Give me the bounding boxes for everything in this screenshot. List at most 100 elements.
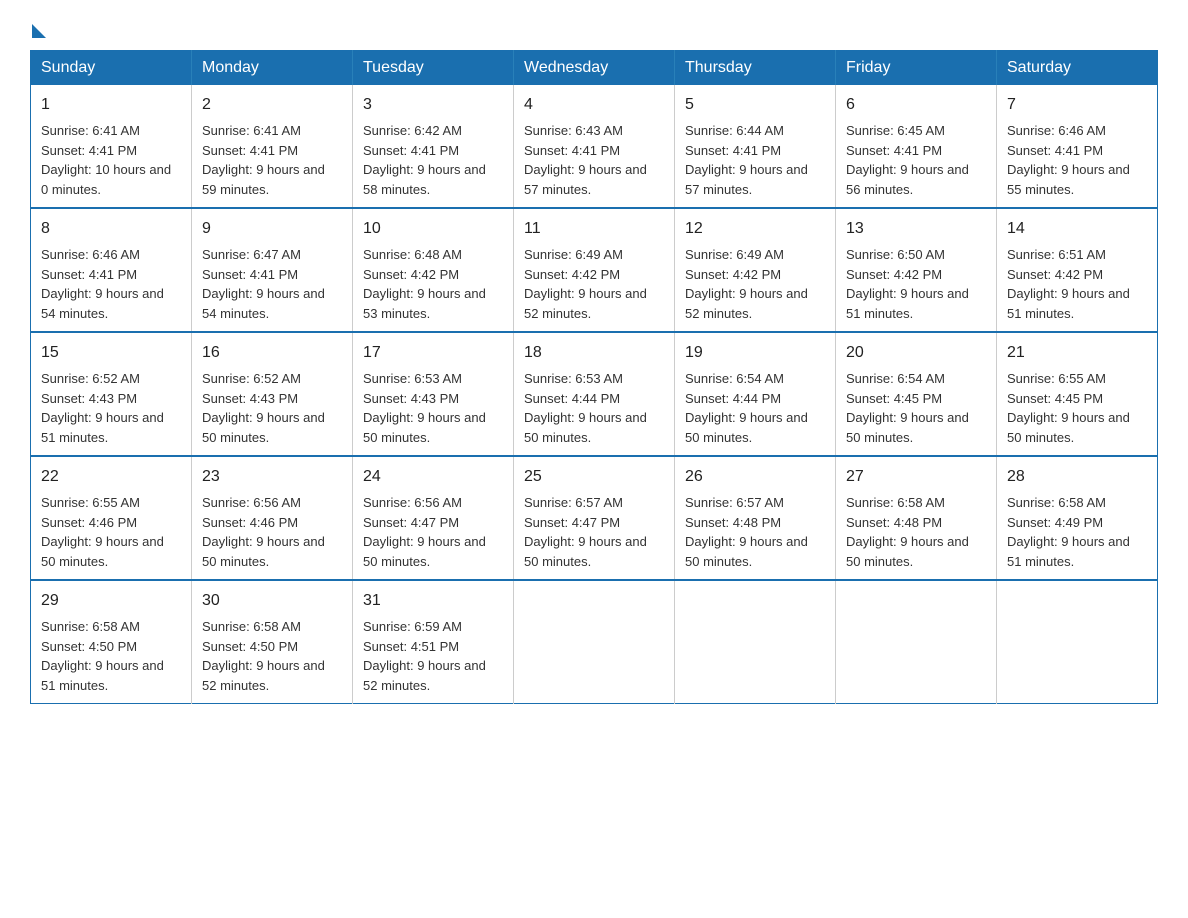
- day-number: 7: [1007, 93, 1147, 117]
- day-number: 22: [41, 465, 181, 489]
- calendar-cell: [675, 580, 836, 704]
- day-number: 13: [846, 217, 986, 241]
- calendar-body: 1 Sunrise: 6:41 AMSunset: 4:41 PMDayligh…: [31, 85, 1158, 704]
- calendar-table: SundayMondayTuesdayWednesdayThursdayFrid…: [30, 50, 1158, 704]
- calendar-week-row: 22 Sunrise: 6:55 AMSunset: 4:46 PMDaylig…: [31, 456, 1158, 580]
- day-info: Sunrise: 6:43 AMSunset: 4:41 PMDaylight:…: [524, 123, 647, 197]
- day-info: Sunrise: 6:57 AMSunset: 4:48 PMDaylight:…: [685, 495, 808, 569]
- calendar-cell: [514, 580, 675, 704]
- day-info: Sunrise: 6:56 AMSunset: 4:46 PMDaylight:…: [202, 495, 325, 569]
- day-info: Sunrise: 6:56 AMSunset: 4:47 PMDaylight:…: [363, 495, 486, 569]
- calendar-cell: [997, 580, 1158, 704]
- day-number: 6: [846, 93, 986, 117]
- calendar-cell: 28 Sunrise: 6:58 AMSunset: 4:49 PMDaylig…: [997, 456, 1158, 580]
- calendar-header-row: SundayMondayTuesdayWednesdayThursdayFrid…: [31, 51, 1158, 86]
- calendar-cell: 20 Sunrise: 6:54 AMSunset: 4:45 PMDaylig…: [836, 332, 997, 456]
- calendar-cell: 6 Sunrise: 6:45 AMSunset: 4:41 PMDayligh…: [836, 85, 997, 208]
- calendar-week-row: 8 Sunrise: 6:46 AMSunset: 4:41 PMDayligh…: [31, 208, 1158, 332]
- weekday-header-thursday: Thursday: [675, 51, 836, 86]
- weekday-header-friday: Friday: [836, 51, 997, 86]
- day-number: 29: [41, 589, 181, 613]
- day-info: Sunrise: 6:49 AMSunset: 4:42 PMDaylight:…: [524, 247, 647, 321]
- day-info: Sunrise: 6:55 AMSunset: 4:46 PMDaylight:…: [41, 495, 164, 569]
- day-info: Sunrise: 6:41 AMSunset: 4:41 PMDaylight:…: [202, 123, 325, 197]
- calendar-cell: 15 Sunrise: 6:52 AMSunset: 4:43 PMDaylig…: [31, 332, 192, 456]
- day-info: Sunrise: 6:47 AMSunset: 4:41 PMDaylight:…: [202, 247, 325, 321]
- day-number: 31: [363, 589, 503, 613]
- calendar-cell: 4 Sunrise: 6:43 AMSunset: 4:41 PMDayligh…: [514, 85, 675, 208]
- calendar-cell: 8 Sunrise: 6:46 AMSunset: 4:41 PMDayligh…: [31, 208, 192, 332]
- day-number: 1: [41, 93, 181, 117]
- calendar-cell: 30 Sunrise: 6:58 AMSunset: 4:50 PMDaylig…: [192, 580, 353, 704]
- day-info: Sunrise: 6:57 AMSunset: 4:47 PMDaylight:…: [524, 495, 647, 569]
- day-number: 21: [1007, 341, 1147, 365]
- day-number: 2: [202, 93, 342, 117]
- calendar-cell: 5 Sunrise: 6:44 AMSunset: 4:41 PMDayligh…: [675, 85, 836, 208]
- logo: [30, 20, 46, 34]
- day-number: 14: [1007, 217, 1147, 241]
- day-info: Sunrise: 6:46 AMSunset: 4:41 PMDaylight:…: [41, 247, 164, 321]
- weekday-header-wednesday: Wednesday: [514, 51, 675, 86]
- calendar-cell: 3 Sunrise: 6:42 AMSunset: 4:41 PMDayligh…: [353, 85, 514, 208]
- calendar-cell: 16 Sunrise: 6:52 AMSunset: 4:43 PMDaylig…: [192, 332, 353, 456]
- calendar-cell: 26 Sunrise: 6:57 AMSunset: 4:48 PMDaylig…: [675, 456, 836, 580]
- day-number: 28: [1007, 465, 1147, 489]
- calendar-cell: 13 Sunrise: 6:50 AMSunset: 4:42 PMDaylig…: [836, 208, 997, 332]
- calendar-cell: 24 Sunrise: 6:56 AMSunset: 4:47 PMDaylig…: [353, 456, 514, 580]
- calendar-cell: 27 Sunrise: 6:58 AMSunset: 4:48 PMDaylig…: [836, 456, 997, 580]
- calendar-cell: 29 Sunrise: 6:58 AMSunset: 4:50 PMDaylig…: [31, 580, 192, 704]
- day-info: Sunrise: 6:53 AMSunset: 4:43 PMDaylight:…: [363, 371, 486, 445]
- day-info: Sunrise: 6:46 AMSunset: 4:41 PMDaylight:…: [1007, 123, 1130, 197]
- day-info: Sunrise: 6:41 AMSunset: 4:41 PMDaylight:…: [41, 123, 171, 197]
- calendar-cell: 10 Sunrise: 6:48 AMSunset: 4:42 PMDaylig…: [353, 208, 514, 332]
- calendar-cell: 9 Sunrise: 6:47 AMSunset: 4:41 PMDayligh…: [192, 208, 353, 332]
- day-info: Sunrise: 6:59 AMSunset: 4:51 PMDaylight:…: [363, 619, 486, 693]
- day-info: Sunrise: 6:44 AMSunset: 4:41 PMDaylight:…: [685, 123, 808, 197]
- day-number: 23: [202, 465, 342, 489]
- day-info: Sunrise: 6:48 AMSunset: 4:42 PMDaylight:…: [363, 247, 486, 321]
- day-number: 4: [524, 93, 664, 117]
- day-info: Sunrise: 6:53 AMSunset: 4:44 PMDaylight:…: [524, 371, 647, 445]
- calendar-cell: 14 Sunrise: 6:51 AMSunset: 4:42 PMDaylig…: [997, 208, 1158, 332]
- day-number: 19: [685, 341, 825, 365]
- day-number: 24: [363, 465, 503, 489]
- day-number: 18: [524, 341, 664, 365]
- calendar-cell: 17 Sunrise: 6:53 AMSunset: 4:43 PMDaylig…: [353, 332, 514, 456]
- day-number: 5: [685, 93, 825, 117]
- day-info: Sunrise: 6:51 AMSunset: 4:42 PMDaylight:…: [1007, 247, 1130, 321]
- calendar-cell: 22 Sunrise: 6:55 AMSunset: 4:46 PMDaylig…: [31, 456, 192, 580]
- day-number: 25: [524, 465, 664, 489]
- day-number: 26: [685, 465, 825, 489]
- day-number: 12: [685, 217, 825, 241]
- day-info: Sunrise: 6:58 AMSunset: 4:50 PMDaylight:…: [41, 619, 164, 693]
- day-info: Sunrise: 6:52 AMSunset: 4:43 PMDaylight:…: [41, 371, 164, 445]
- weekday-header-tuesday: Tuesday: [353, 51, 514, 86]
- day-info: Sunrise: 6:42 AMSunset: 4:41 PMDaylight:…: [363, 123, 486, 197]
- page-header: [30, 20, 1158, 34]
- calendar-cell: 2 Sunrise: 6:41 AMSunset: 4:41 PMDayligh…: [192, 85, 353, 208]
- calendar-cell: 21 Sunrise: 6:55 AMSunset: 4:45 PMDaylig…: [997, 332, 1158, 456]
- calendar-week-row: 1 Sunrise: 6:41 AMSunset: 4:41 PMDayligh…: [31, 85, 1158, 208]
- calendar-week-row: 15 Sunrise: 6:52 AMSunset: 4:43 PMDaylig…: [31, 332, 1158, 456]
- calendar-cell: 18 Sunrise: 6:53 AMSunset: 4:44 PMDaylig…: [514, 332, 675, 456]
- day-info: Sunrise: 6:58 AMSunset: 4:48 PMDaylight:…: [846, 495, 969, 569]
- day-number: 27: [846, 465, 986, 489]
- weekday-header-sunday: Sunday: [31, 51, 192, 86]
- day-info: Sunrise: 6:45 AMSunset: 4:41 PMDaylight:…: [846, 123, 969, 197]
- day-number: 10: [363, 217, 503, 241]
- calendar-cell: 1 Sunrise: 6:41 AMSunset: 4:41 PMDayligh…: [31, 85, 192, 208]
- calendar-cell: 11 Sunrise: 6:49 AMSunset: 4:42 PMDaylig…: [514, 208, 675, 332]
- calendar-week-row: 29 Sunrise: 6:58 AMSunset: 4:50 PMDaylig…: [31, 580, 1158, 704]
- weekday-header-monday: Monday: [192, 51, 353, 86]
- day-number: 9: [202, 217, 342, 241]
- day-number: 15: [41, 341, 181, 365]
- day-info: Sunrise: 6:54 AMSunset: 4:45 PMDaylight:…: [846, 371, 969, 445]
- day-info: Sunrise: 6:50 AMSunset: 4:42 PMDaylight:…: [846, 247, 969, 321]
- day-number: 8: [41, 217, 181, 241]
- calendar-cell: 23 Sunrise: 6:56 AMSunset: 4:46 PMDaylig…: [192, 456, 353, 580]
- day-info: Sunrise: 6:58 AMSunset: 4:49 PMDaylight:…: [1007, 495, 1130, 569]
- calendar-cell: 19 Sunrise: 6:54 AMSunset: 4:44 PMDaylig…: [675, 332, 836, 456]
- calendar-cell: [836, 580, 997, 704]
- day-number: 11: [524, 217, 664, 241]
- calendar-cell: 25 Sunrise: 6:57 AMSunset: 4:47 PMDaylig…: [514, 456, 675, 580]
